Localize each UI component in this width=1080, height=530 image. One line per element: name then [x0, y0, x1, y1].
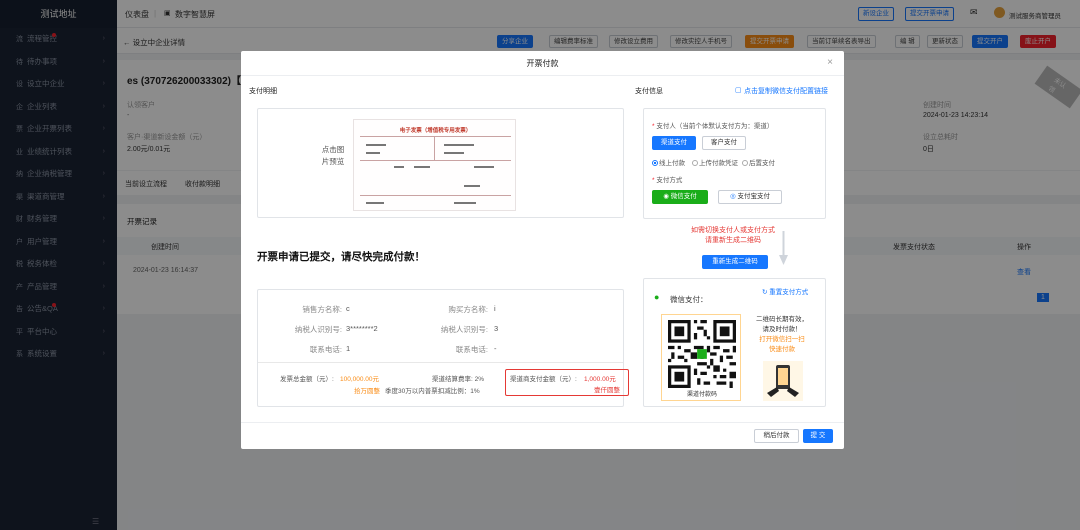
- total-amount-cn: 拾万圆整: [354, 388, 380, 395]
- alipay-button[interactable]: ◎ 支付宝支付: [718, 190, 782, 204]
- qr-tip-line-2: 请及时付款！: [762, 326, 802, 333]
- buyer-phone-value: -: [494, 344, 497, 353]
- pay-later-button[interactable]: 稍后付款: [754, 429, 799, 443]
- invoice-line: [360, 136, 511, 137]
- wechat-icon: ●: [654, 292, 660, 302]
- reset-method-link[interactable]: ↻ 重置支付方式: [762, 286, 808, 296]
- invoice-line: [434, 136, 435, 160]
- seller-tax-value: 3********2: [346, 324, 378, 333]
- tip-line-1: 如需切换支付人或支付方式: [691, 227, 775, 234]
- arrow-down-icon: [779, 231, 788, 265]
- regenerate-qr-button[interactable]: 重新生成二维码: [702, 255, 768, 269]
- invoice-title: 电子发票（增值税专用发票）: [399, 128, 472, 134]
- channel-rate: 渠道结算费率: 2%: [432, 376, 485, 383]
- qr-caption: 渠道付款码: [686, 392, 717, 398]
- invoice-text-mark: [464, 185, 480, 187]
- invoice-text-mark: [366, 202, 384, 204]
- scan-phone-icon: [763, 361, 803, 401]
- total-amount-label: 发票总金额（元）:: [280, 376, 334, 383]
- pay-amount-highlight: 渠道商支付金额（元）: 1,000.00元 壹仟圆整: [505, 369, 629, 396]
- modal-header: 开票付款 ×: [241, 51, 844, 76]
- invoice-party-info: 销售方名称: c 购买方名称: i 纳税人识别号: 3********2 纳税人…: [257, 289, 629, 407]
- invoice-text-mark: [454, 202, 476, 204]
- qr-code-box: ● 微信支付： ↻ 重置支付方式 渠道付款码 二维码长期有效， 请及时付款！ 打…: [643, 278, 826, 407]
- switch-payer-tip: 如需切换支付人或支付方式 请重新生成二维码: [673, 226, 793, 246]
- payment-detail-label: 支付明细: [249, 88, 277, 95]
- invoice-text-mark: [394, 166, 404, 168]
- invoice-text-mark: [414, 166, 430, 168]
- invoice-image[interactable]: 电子发票（增值税专用发票）: [353, 119, 516, 211]
- submit-button[interactable]: 提 交: [803, 429, 833, 443]
- pay-amount-cn: 壹仟圆整: [594, 387, 620, 394]
- radio-upload-voucher[interactable]: 上传付款凭证: [692, 157, 738, 167]
- wechat-pay-label: 微信支付：: [670, 295, 708, 304]
- buyer-name-value: i: [494, 304, 496, 313]
- tip-line-2: 请重新生成二维码: [705, 237, 761, 244]
- seller-phone-value: 1: [346, 344, 351, 353]
- wechat-pay-button[interactable]: ◉ 微信支付: [652, 190, 708, 204]
- qr-tip-line-1: 二维码长期有效，: [756, 316, 808, 323]
- qr-tip-line-3: 打开微信扫一扫: [759, 336, 805, 343]
- radio-later-pay[interactable]: 后置支付: [742, 157, 775, 167]
- close-icon[interactable]: ×: [827, 57, 833, 68]
- copy-wechat-link[interactable]: 点击复制微信支付配置链接: [744, 86, 828, 96]
- buyer-tax-label: 纳税人识别号:: [440, 325, 488, 334]
- alipay-icon: ◎: [730, 193, 736, 200]
- seller-name-label: 销售方名称:: [302, 305, 342, 314]
- qr-tip: 二维码长期有效， 请及时付款！ 打开微信扫一扫 快速付款: [751, 315, 813, 355]
- seller-phone-label: 联系电话:: [309, 345, 342, 354]
- qr-code-card: 渠道付款码: [661, 314, 741, 401]
- quarter-ratio: 季度30万以内普票扣减比例：1%: [385, 388, 480, 395]
- payment-options-box: * 支付人（当前个体默认支付方为：渠道） 渠道支付 客户支付 线上付款 上传付款…: [643, 108, 826, 219]
- payer-label: * 支付人（当前个体默认支付方为：渠道）: [652, 123, 774, 130]
- invoice-text-mark: [366, 144, 386, 146]
- buyer-phone-label: 联系电话:: [455, 345, 488, 354]
- buyer-name-label: 购买方名称:: [448, 305, 488, 314]
- copy-link-icon[interactable]: ▢: [735, 86, 742, 94]
- invoice-text-mark: [474, 166, 494, 168]
- channel-pay-button[interactable]: 渠道支付: [652, 136, 696, 150]
- modal-footer: 稍后付款 提 交: [241, 422, 844, 449]
- pay-amount-value: 1,000.00元: [584, 376, 616, 383]
- invoice-payment-modal: 开票付款 × 支付明细 支付信息 ▢ 点击复制微信支付配置链接 点击图片预览 电…: [241, 51, 844, 449]
- radio-icon: [742, 160, 748, 166]
- invoice-preview-box: 点击图片预览 电子发票（增值税专用发票）: [257, 108, 624, 218]
- method-label: * 支付方式: [652, 177, 683, 184]
- payment-info-label: 支付信息: [635, 88, 663, 95]
- qr-code-image: [668, 320, 736, 388]
- submit-message: 开票申请已提交，请尽快完成付款！: [257, 251, 425, 263]
- qr-tip-line-4: 快速付款: [769, 346, 795, 353]
- modal-title: 开票付款: [526, 59, 559, 68]
- invoice-text-mark: [444, 152, 464, 154]
- customer-pay-button[interactable]: 客户支付: [702, 136, 746, 150]
- invoice-text-mark: [366, 152, 380, 154]
- radio-online-pay[interactable]: 线上付款: [652, 157, 685, 167]
- divider: [258, 362, 623, 363]
- pay-amount-label: 渠道商支付金额（元）:: [510, 376, 577, 383]
- seller-name-value: c: [346, 304, 350, 313]
- invoice-preview-hint: 点击图片预览: [321, 145, 345, 166]
- invoice-line: [360, 160, 511, 161]
- buyer-tax-value: 3: [494, 324, 499, 333]
- invoice-text-mark: [444, 144, 474, 146]
- radio-checked-icon: [652, 160, 658, 166]
- total-amount-value: 100,000.00元: [340, 376, 380, 383]
- radio-icon: [692, 160, 698, 166]
- seller-tax-label: 纳税人识别号:: [294, 325, 342, 334]
- invoice-line: [360, 195, 511, 196]
